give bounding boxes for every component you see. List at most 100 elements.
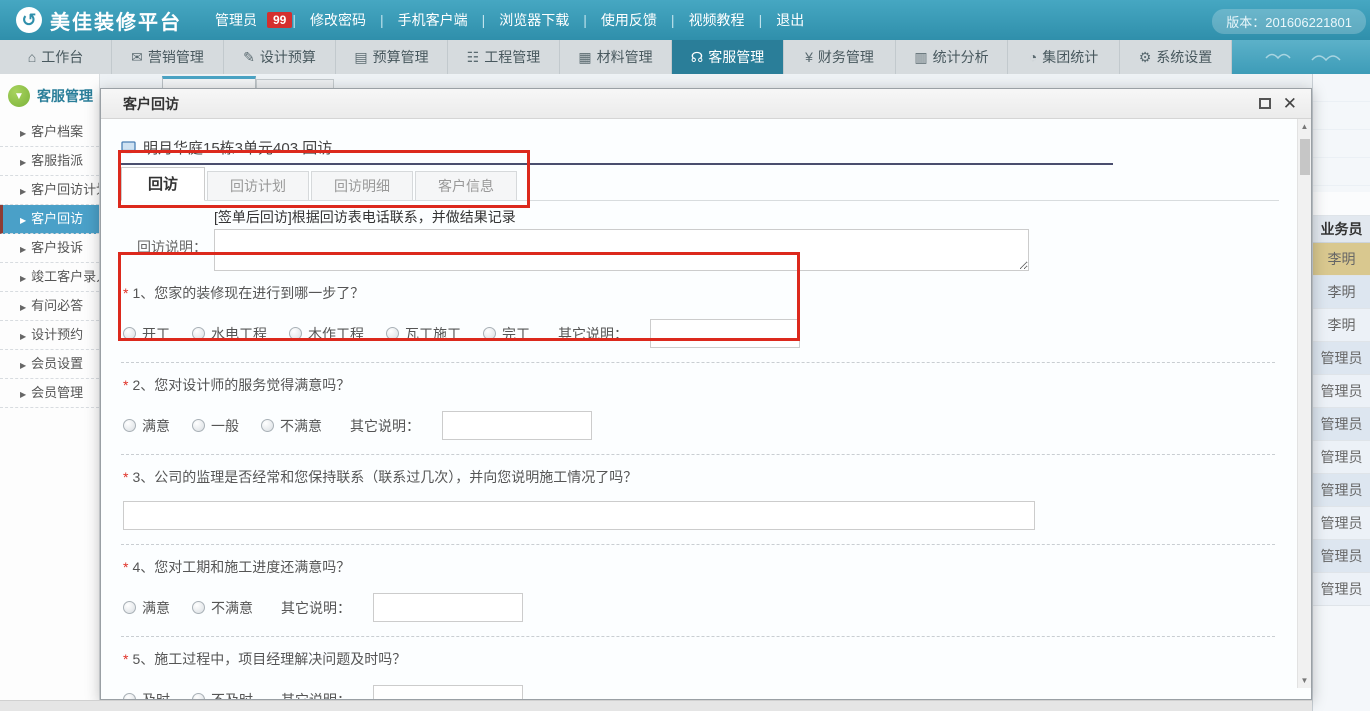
other-note-input[interactable] xyxy=(373,593,523,622)
salesperson-row[interactable]: 李明 xyxy=(1313,309,1370,342)
option-完工[interactable]: 完工 xyxy=(483,324,530,344)
option-满意[interactable]: 满意 xyxy=(123,416,170,436)
salesperson-row[interactable]: 管理员 xyxy=(1313,375,1370,408)
salesperson-row[interactable]: 管理员 xyxy=(1313,507,1370,540)
radio-icon[interactable] xyxy=(192,327,205,340)
nav-tab-budget[interactable]: ▤预算管理 xyxy=(336,40,448,74)
callback-modal: 客户回访 ✕ 明月华庭15栋3单元403 回访 回访回访计划回访明细客户信息 [… xyxy=(100,88,1312,700)
option-不满意[interactable]: 不满意 xyxy=(261,416,322,436)
salesperson-row[interactable]: 管理员 xyxy=(1313,342,1370,375)
option-不及时[interactable]: 不及时 xyxy=(192,690,253,700)
description-textarea[interactable] xyxy=(214,229,1029,271)
question-title: *3、公司的监理是否经常和您保持联系（联系过几次），并向您说明施工情况了吗？ xyxy=(123,467,1279,487)
horizontal-scrollbar[interactable] xyxy=(0,700,1312,711)
option-开工[interactable]: 开工 xyxy=(123,324,170,344)
option-不满意[interactable]: 不满意 xyxy=(192,598,253,618)
sidebar-item-member-settings[interactable]: ▶会员设置 xyxy=(0,350,99,379)
radio-icon[interactable] xyxy=(123,419,136,432)
question-title: *2、您对设计师的服务觉得满意吗？ xyxy=(123,375,1279,395)
sidebar-header[interactable]: ▼ 客服管理 xyxy=(0,74,99,118)
radio-icon[interactable] xyxy=(192,419,205,432)
question-3-answer-input[interactable] xyxy=(123,501,1035,530)
option-及时[interactable]: 及时 xyxy=(123,690,170,700)
salesperson-row[interactable]: 管理员 xyxy=(1313,408,1370,441)
nav-tab-group-stats[interactable]: ◔集团统计 xyxy=(1008,40,1120,74)
radio-icon[interactable] xyxy=(386,327,399,340)
form-tab-3[interactable]: 回访明细 xyxy=(311,171,413,200)
modal-header[interactable]: 客户回访 ✕ xyxy=(101,89,1311,119)
radio-icon[interactable] xyxy=(123,601,136,614)
monitor-icon xyxy=(121,141,136,154)
nav-tab-label: 财务管理 xyxy=(818,47,874,67)
scroll-down-icon[interactable]: ▼ xyxy=(1298,676,1311,685)
question-text: 4、您对工期和施工进度还满意吗？ xyxy=(132,559,350,575)
close-icon[interactable]: ✕ xyxy=(1283,95,1297,112)
modal-controls: ✕ xyxy=(1259,95,1311,112)
sidebar-item-customer-callback[interactable]: ▶客户回访 xyxy=(0,205,99,234)
nav-tab-materials[interactable]: ▦材料管理 xyxy=(560,40,672,74)
topbar-link[interactable]: 手机客户端 xyxy=(384,10,482,30)
radio-icon[interactable] xyxy=(261,419,274,432)
option-满意[interactable]: 满意 xyxy=(123,598,170,618)
radio-icon[interactable] xyxy=(123,693,136,699)
arrow-right-icon: ▶ xyxy=(20,274,26,283)
sidebar-item-service-dispatch[interactable]: ▶客服指派 xyxy=(0,147,99,176)
form-tab-2[interactable]: 回访计划 xyxy=(207,171,309,200)
sidebar-item-callback-plan[interactable]: ▶客户回访计划 xyxy=(0,176,99,205)
nav-tab-design-budget[interactable]: ✎设计预算 xyxy=(224,40,336,74)
nav-tab-finance[interactable]: ¥财务管理 xyxy=(784,40,896,74)
notification-badge[interactable]: 99 xyxy=(267,12,292,28)
nav-tab-label: 集团统计 xyxy=(1042,47,1098,67)
salesperson-row[interactable]: 管理员 xyxy=(1313,474,1370,507)
option-木作工程[interactable]: 木作工程 xyxy=(289,324,364,344)
sidebar-item-customer-files[interactable]: ▶客户档案 xyxy=(0,118,99,147)
topbar-link[interactable]: 视频教程 xyxy=(675,10,759,30)
salesperson-row[interactable]: 李明 xyxy=(1313,243,1370,276)
nav-tab-engineering[interactable]: ☷工程管理 xyxy=(448,40,560,74)
form-tab-1[interactable]: 回访 xyxy=(121,167,205,201)
option-瓦工施工[interactable]: 瓦工施工 xyxy=(386,324,461,344)
sidebar-item-complaints[interactable]: ▶客户投诉 xyxy=(0,234,99,263)
topbar-link[interactable]: 浏览器下载 xyxy=(485,10,583,30)
brand-title: 美佳装修平台 xyxy=(50,6,182,35)
modal-scrollbar[interactable]: ▲ ▼ xyxy=(1297,119,1311,688)
sidebar-item-label: 客户回访计划 xyxy=(31,182,99,197)
option-一般[interactable]: 一般 xyxy=(192,416,239,436)
scrollbar-thumb[interactable] xyxy=(1300,139,1310,175)
form-tab-4[interactable]: 客户信息 xyxy=(415,171,517,200)
salesperson-row[interactable]: 管理员 xyxy=(1313,573,1370,606)
other-note-input[interactable] xyxy=(373,685,523,699)
topbar-link[interactable]: 修改密码 xyxy=(296,10,380,30)
maximize-icon[interactable] xyxy=(1259,98,1271,109)
salesperson-row[interactable]: 管理员 xyxy=(1313,441,1370,474)
radio-icon[interactable] xyxy=(289,327,302,340)
sidebar-item-question-answer[interactable]: ▶有问必答 xyxy=(0,292,99,321)
nav-tab-system-settings[interactable]: ⚙系统设置 xyxy=(1120,40,1232,74)
other-note-input[interactable] xyxy=(650,319,800,348)
nav-tab-statistics[interactable]: ▥统计分析 xyxy=(896,40,1008,74)
radio-icon[interactable] xyxy=(192,693,205,699)
sidebar-item-completed-customers[interactable]: ▶竣工客户录入 xyxy=(0,263,99,292)
topbar-link[interactable]: 使用反馈 xyxy=(587,10,671,30)
nav-tab-customer-service[interactable]: ☊客服管理 xyxy=(672,40,784,74)
radio-icon[interactable] xyxy=(483,327,496,340)
salesperson-row[interactable]: 李明 xyxy=(1313,276,1370,309)
salesperson-row[interactable]: 管理员 xyxy=(1313,540,1370,573)
question-text: 5、施工过程中，项目经理解决问题及时吗？ xyxy=(132,651,406,667)
arrow-right-icon: ▶ xyxy=(20,390,26,399)
radio-icon[interactable] xyxy=(192,601,205,614)
sidebar-item-design-appointment[interactable]: ▶设计预约 xyxy=(0,321,99,350)
other-note-input[interactable] xyxy=(442,411,592,440)
scroll-up-icon[interactable]: ▲ xyxy=(1298,122,1311,131)
user-menu[interactable]: 管理员 99 xyxy=(215,10,292,30)
option-水电工程[interactable]: 水电工程 xyxy=(192,324,267,344)
nav-tab-marketing[interactable]: ✉营销管理 xyxy=(112,40,224,74)
option-label: 木作工程 xyxy=(308,324,364,344)
question-3: *3、公司的监理是否经常和您保持联系（联系过几次），并向您说明施工情况了吗？ xyxy=(121,467,1279,545)
nav-tab-workbench[interactable]: ⌂工作台 xyxy=(0,40,112,74)
topbar-link[interactable]: 退出 xyxy=(762,10,818,30)
sidebar-item-member-management[interactable]: ▶会员管理 xyxy=(0,379,99,408)
option-label: 水电工程 xyxy=(211,324,267,344)
radio-icon[interactable] xyxy=(123,327,136,340)
workbench-icon: ⌂ xyxy=(28,49,36,65)
